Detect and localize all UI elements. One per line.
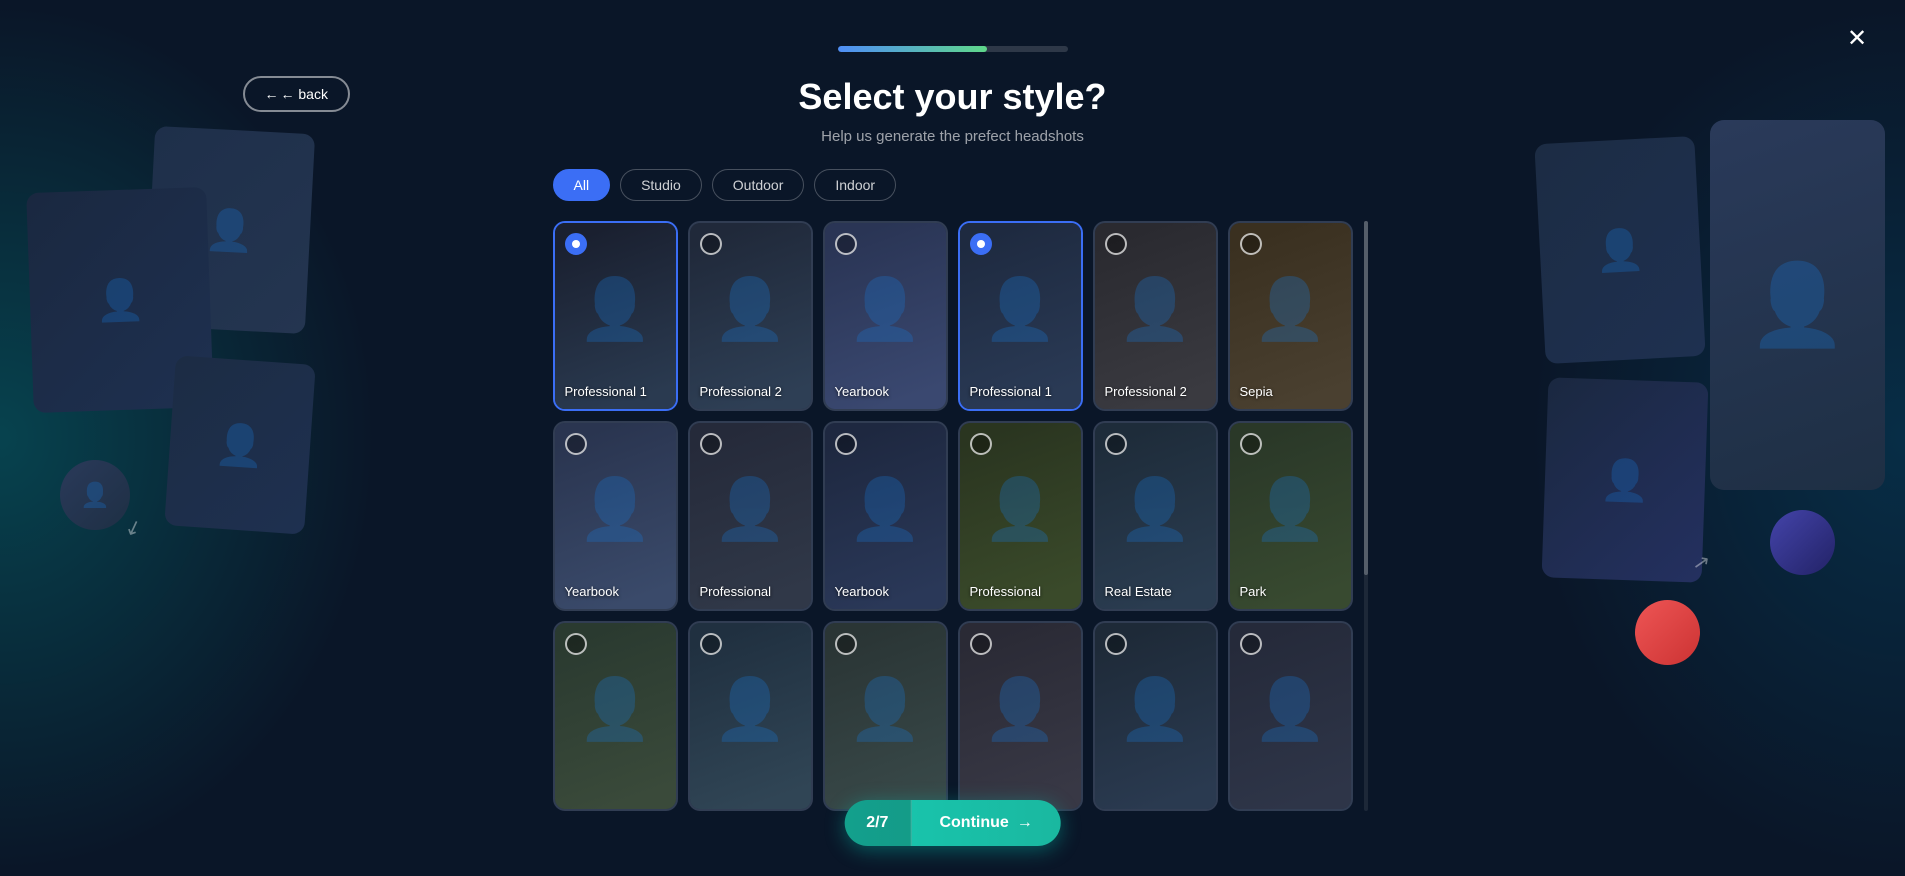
radio-btn-7 (565, 433, 587, 455)
style-card-16[interactable] (958, 621, 1083, 811)
card-label-6: Sepia (1230, 384, 1351, 399)
continue-count: 2/7 (844, 800, 911, 846)
style-card-3[interactable]: Yearbook (823, 221, 948, 411)
radio-btn-8 (700, 433, 722, 455)
card-label-1: Professional 1 (555, 384, 676, 399)
continue-bar: 2/7 Continue → (844, 800, 1061, 846)
card-label-2: Professional 2 (690, 384, 811, 399)
back-label: ← back (281, 86, 328, 102)
radio-btn-3 (835, 233, 857, 255)
style-card-10[interactable]: Professional (958, 421, 1083, 611)
style-card-17[interactable] (1093, 621, 1218, 811)
radio-btn-14 (700, 633, 722, 655)
continue-arrow-icon: → (1017, 814, 1033, 832)
style-card-15[interactable] (823, 621, 948, 811)
radio-btn-5 (1105, 233, 1127, 255)
decor-photo-r1: 👤 (1710, 120, 1885, 490)
radio-btn-4 (970, 233, 992, 255)
style-card-18[interactable] (1228, 621, 1353, 811)
style-card-4[interactable]: Professional 1 (958, 221, 1083, 411)
arrow-decor-right: ↗ (1691, 549, 1712, 577)
scrollbar-thumb (1364, 221, 1368, 575)
scrollbar-track (1364, 221, 1368, 811)
radio-btn-15 (835, 633, 857, 655)
style-card-2[interactable]: Professional 2 (688, 221, 813, 411)
radio-btn-11 (1105, 433, 1127, 455)
decor-photo-r2: 👤 (1534, 136, 1705, 364)
card-label-11: Real Estate (1095, 584, 1216, 599)
back-arrow-icon: ← (265, 86, 279, 102)
decor-photo-4: 👤 (60, 460, 130, 530)
continue-button[interactable]: Continue → (911, 800, 1060, 846)
decor-photo-r3: 👤 (1542, 377, 1709, 582)
style-card-9[interactable]: Yearbook (823, 421, 948, 611)
decor-photo-r4 (1635, 600, 1700, 665)
left-photo-collage: 👤 👤 👤 👤 ↙ (30, 130, 350, 690)
radio-btn-16 (970, 633, 992, 655)
page-title: Select your style? (798, 76, 1106, 118)
card-label-8: Professional (690, 584, 811, 599)
progress-bar-container (838, 46, 1068, 52)
radio-btn-17 (1105, 633, 1127, 655)
back-button[interactable]: ← ← back (243, 76, 350, 112)
style-grid-wrapper: Professional 1 Professional 2 Yearbook Prof… (553, 221, 1353, 811)
style-card-6[interactable]: Sepia (1228, 221, 1353, 411)
filter-tab-indoor[interactable]: Indoor (814, 169, 896, 201)
decor-photo-r5 (1770, 510, 1835, 575)
page-subtitle: Help us generate the prefect headshots (821, 128, 1084, 145)
radio-btn-10 (970, 433, 992, 455)
style-card-13[interactable] (553, 621, 678, 811)
card-label-4: Professional 1 (960, 384, 1081, 399)
radio-btn-1 (565, 233, 587, 255)
style-card-11[interactable]: Real Estate (1093, 421, 1218, 611)
decor-photo-3: 👤 (164, 355, 316, 534)
style-card-14[interactable] (688, 621, 813, 811)
close-button[interactable]: ✕ (1839, 20, 1875, 56)
card-label-12: Park (1230, 584, 1351, 599)
style-card-5[interactable]: Professional 2 (1093, 221, 1218, 411)
progress-bar-fill (838, 46, 988, 52)
main-content: ← ← back Select your style? Help us gene… (553, 46, 1353, 811)
style-card-12[interactable]: Park (1228, 421, 1353, 611)
style-card-7[interactable]: Yearbook (553, 421, 678, 611)
card-label-7: Yearbook (555, 584, 676, 599)
radio-btn-13 (565, 633, 587, 655)
filter-tabs: All Studio Outdoor Indoor (553, 169, 897, 201)
style-card-8[interactable]: Professional (688, 421, 813, 611)
filter-tab-all[interactable]: All (553, 169, 611, 201)
style-grid: Professional 1 Professional 2 Yearbook Prof… (553, 221, 1353, 811)
radio-btn-2 (700, 233, 722, 255)
filter-tab-outdoor[interactable]: Outdoor (712, 169, 805, 201)
right-photo-collage: 👤 👤 👤 ↗ (1555, 120, 1885, 700)
radio-btn-12 (1240, 433, 1262, 455)
card-label-3: Yearbook (825, 384, 946, 399)
card-label-10: Professional (960, 584, 1081, 599)
radio-btn-18 (1240, 633, 1262, 655)
card-label-5: Professional 2 (1095, 384, 1216, 399)
style-card-1[interactable]: Professional 1 (553, 221, 678, 411)
radio-btn-9 (835, 433, 857, 455)
radio-btn-6 (1240, 233, 1262, 255)
filter-tab-studio[interactable]: Studio (620, 169, 702, 201)
continue-label: Continue (939, 814, 1008, 832)
arrow-decor-left: ↙ (121, 513, 145, 542)
card-label-9: Yearbook (825, 584, 946, 599)
